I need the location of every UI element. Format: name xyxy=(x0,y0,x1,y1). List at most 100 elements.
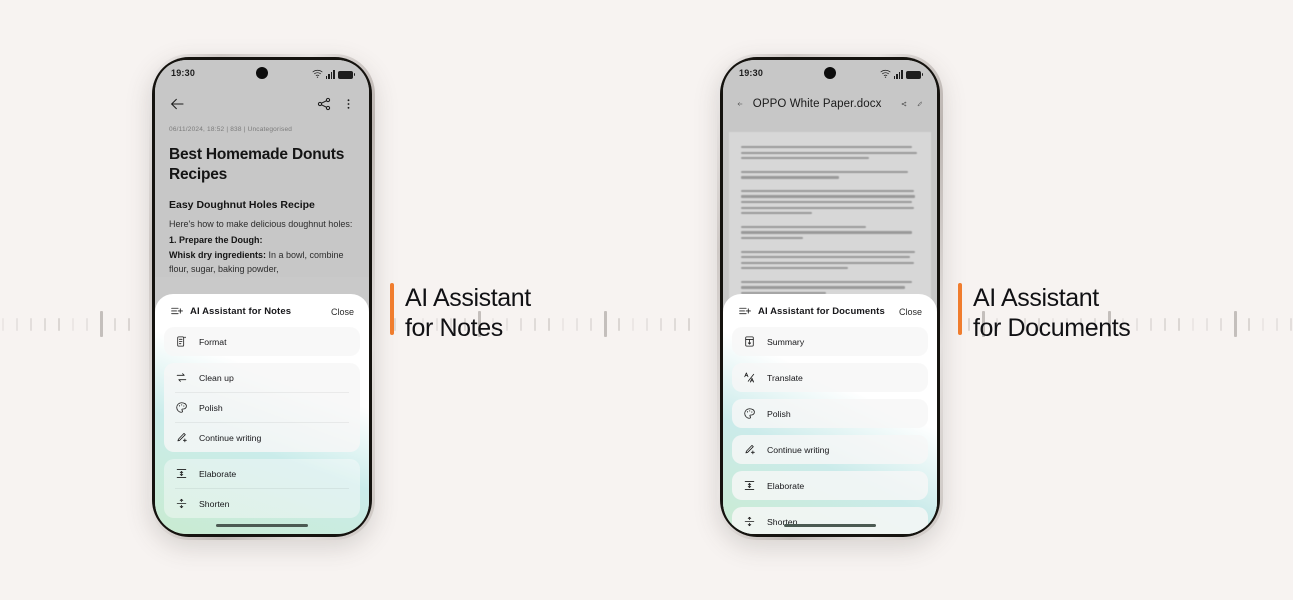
ai-action-label: Polish xyxy=(767,408,791,419)
back-arrow-icon[interactable] xyxy=(169,96,185,112)
ai-action-clean-up[interactable]: Clean up xyxy=(164,363,360,392)
callout-notes: AI Assistant for Notes xyxy=(390,283,531,343)
note-paragraph: Here's how to make delicious doughnut ho… xyxy=(169,218,353,229)
ai-action-summary[interactable]: Summary xyxy=(732,327,928,356)
share-icon[interactable] xyxy=(316,96,332,112)
ai-action-label: Continue writing xyxy=(199,432,262,443)
signal-icon xyxy=(325,69,335,79)
home-indicator[interactable] xyxy=(216,524,308,527)
ruler-tick xyxy=(646,317,648,331)
document-text-line xyxy=(741,176,839,179)
document-text-line xyxy=(741,201,912,204)
ai-action-group: Translate xyxy=(732,363,928,392)
ai-action-group: Elaborate Shorten xyxy=(164,459,360,518)
ruler-tick xyxy=(576,317,578,331)
note-step-body: Whisk dry ingredients: In a bowl, combin… xyxy=(169,248,355,277)
ai-action-label: Summary xyxy=(767,336,805,347)
ai-assistant-panel-documents: AI Assistant for Documents Close Summary… xyxy=(723,294,937,534)
ruler-tick xyxy=(590,317,592,331)
ai-action-label: Elaborate xyxy=(767,480,805,491)
ruler-tick xyxy=(1248,317,1250,331)
status-icons xyxy=(312,68,355,79)
ai-action-label: Translate xyxy=(767,372,803,383)
ruler-tick xyxy=(534,317,536,331)
ai-action-group: Continue writing xyxy=(732,435,928,464)
ruler-tick xyxy=(86,317,88,331)
note-content: 06/11/2024, 18:52 | 838 | Uncategorised … xyxy=(155,122,369,277)
edit-pencil-icon[interactable] xyxy=(917,96,923,112)
ai-action-group: Format xyxy=(164,327,360,356)
back-arrow-icon[interactable] xyxy=(737,96,743,112)
note-heading: Easy Doughnut Holes Recipe xyxy=(169,198,315,211)
ruler-tick xyxy=(1192,317,1194,331)
document-paragraph-gap xyxy=(741,273,919,281)
ai-action-shorten[interactable]: Shorten xyxy=(164,489,360,518)
ai-action-label: Continue writing xyxy=(767,444,830,455)
ruler-tick xyxy=(1220,317,1222,331)
status-clock: 19:30 xyxy=(171,68,196,78)
documents-app-header: OPPO White Paper.docx xyxy=(723,86,937,122)
ruler-tick xyxy=(562,317,564,331)
elaborate-expand-icon xyxy=(176,469,187,478)
ai-close-button[interactable]: Close xyxy=(331,307,354,317)
document-text-line xyxy=(741,256,911,259)
ai-action-elaborate[interactable]: Elaborate xyxy=(164,459,360,488)
document-text-line xyxy=(741,261,914,264)
note-step-title: 1. Prepare the Dough: xyxy=(169,235,263,246)
phone-screen-left: 19:30 06/11/2024, 18:52 | 838 | Uncatego… xyxy=(155,60,369,534)
document-text-line xyxy=(741,286,905,289)
phone-notes: 19:30 06/11/2024, 18:52 | 838 | Uncatego… xyxy=(149,54,375,540)
camera-punch-hole xyxy=(256,67,268,79)
ai-action-elaborate[interactable]: Elaborate xyxy=(732,471,928,500)
ai-action-polish[interactable]: Polish xyxy=(732,399,928,428)
ruler-tick xyxy=(1276,317,1278,331)
ruler-tick xyxy=(688,317,690,331)
ai-action-label: Clean up xyxy=(199,372,234,383)
shorten-collapse-icon xyxy=(176,498,187,509)
ruler-tick xyxy=(1206,317,1208,331)
document-paragraph-gap xyxy=(741,163,919,171)
ai-panel-header: AI Assistant for Notes Close xyxy=(164,303,360,327)
ai-action-groups: Summary Translate Polish Continue writing El… xyxy=(732,327,928,534)
callout-accent-bar xyxy=(390,283,394,335)
ruler-tick xyxy=(674,317,676,331)
ai-action-translate[interactable]: Translate xyxy=(732,363,928,392)
ai-action-shorten[interactable]: Shorten xyxy=(732,507,928,534)
battery-icon xyxy=(906,70,923,79)
document-text-line xyxy=(741,151,918,154)
camera-punch-hole xyxy=(824,67,836,79)
battery-icon xyxy=(338,70,355,79)
continue-writing-pencil-icon xyxy=(745,444,755,455)
ai-action-continue-writing[interactable]: Continue writing xyxy=(164,423,360,452)
ruler-tick xyxy=(632,317,634,331)
ai-action-groups: Format Clean up Polish Continue writing Elab… xyxy=(164,327,360,518)
phone-screen-right: 19:30 OPPO White Paper.docx AI Assistant… xyxy=(723,60,937,534)
polish-palette-icon xyxy=(744,408,755,419)
document-text-line xyxy=(741,206,914,209)
ai-action-continue-writing[interactable]: Continue writing xyxy=(732,435,928,464)
document-text-line xyxy=(741,267,848,270)
translate-icon xyxy=(744,372,755,383)
ai-close-button[interactable]: Close xyxy=(899,307,922,317)
ruler-tick xyxy=(660,317,662,331)
ai-action-polish[interactable]: Polish xyxy=(164,393,360,422)
ai-panel-title: AI Assistant for Notes xyxy=(190,306,292,317)
callout-label: AI Assistant for Documents xyxy=(973,284,1131,342)
ruler-tick xyxy=(1150,317,1152,331)
elaborate-expand-icon xyxy=(744,481,755,490)
ruler-tick xyxy=(1234,311,1237,337)
clean-up-icon xyxy=(176,373,187,382)
document-text-line xyxy=(741,189,914,193)
callout-label: AI Assistant for Notes xyxy=(405,284,531,342)
ruler-tick xyxy=(1178,317,1180,331)
wifi-icon xyxy=(880,69,891,78)
ruler-tick xyxy=(30,317,32,331)
ruler-tick xyxy=(1290,317,1292,331)
more-vertical-icon[interactable] xyxy=(342,96,355,112)
share-icon[interactable] xyxy=(901,96,907,112)
home-indicator[interactable] xyxy=(784,524,876,527)
ai-action-format[interactable]: Format xyxy=(164,327,360,356)
document-paragraph-gap xyxy=(741,182,919,190)
ai-assistant-panel-notes: AI Assistant for Notes Close Format Clean… xyxy=(155,294,369,534)
continue-writing-pencil-icon xyxy=(177,432,187,443)
